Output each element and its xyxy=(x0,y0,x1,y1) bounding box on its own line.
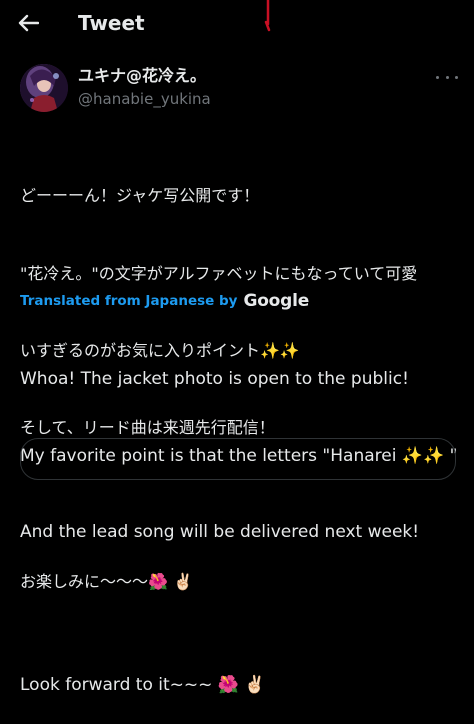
original-line: どーーーん！ジャケ写公開です！ xyxy=(20,186,260,206)
arrow-left-icon xyxy=(18,14,39,32)
more-options-button[interactable] xyxy=(436,70,458,84)
more-dots-icon xyxy=(436,75,439,79)
more-dot xyxy=(455,75,458,79)
more-dot xyxy=(445,75,449,79)
user-handle[interactable]: @hanabie_yukina xyxy=(78,89,211,109)
avatar[interactable] xyxy=(20,64,68,112)
translated-line: Look forward to it~~~ 🌺 ✌🏻 xyxy=(20,675,266,695)
translated-label: Translated from Japanese by xyxy=(20,293,238,309)
reply-box[interactable] xyxy=(20,438,456,480)
translated-line: And the lead song will be delivered next… xyxy=(20,522,420,542)
top-bar: Tweet xyxy=(0,0,474,46)
avatar-image xyxy=(20,64,68,112)
decorative-red-mark xyxy=(264,0,271,32)
tweet-text-translated: Whoa! The jacket photo is open to the pu… xyxy=(20,316,470,724)
back-button[interactable] xyxy=(14,10,42,36)
original-line: "花冷え。"の文字がアルファベットにもなっていて可愛 xyxy=(20,263,418,283)
translated-line: ​ xyxy=(20,597,470,623)
translation-attribution: Translated from Japanese by Google xyxy=(20,290,309,312)
display-name[interactable]: ユキナ@花冷え。 xyxy=(78,66,206,86)
google-logo: Google xyxy=(243,291,310,311)
page-title: Tweet xyxy=(78,11,145,35)
translated-line: Whoa! The jacket photo is open to the pu… xyxy=(20,369,409,389)
